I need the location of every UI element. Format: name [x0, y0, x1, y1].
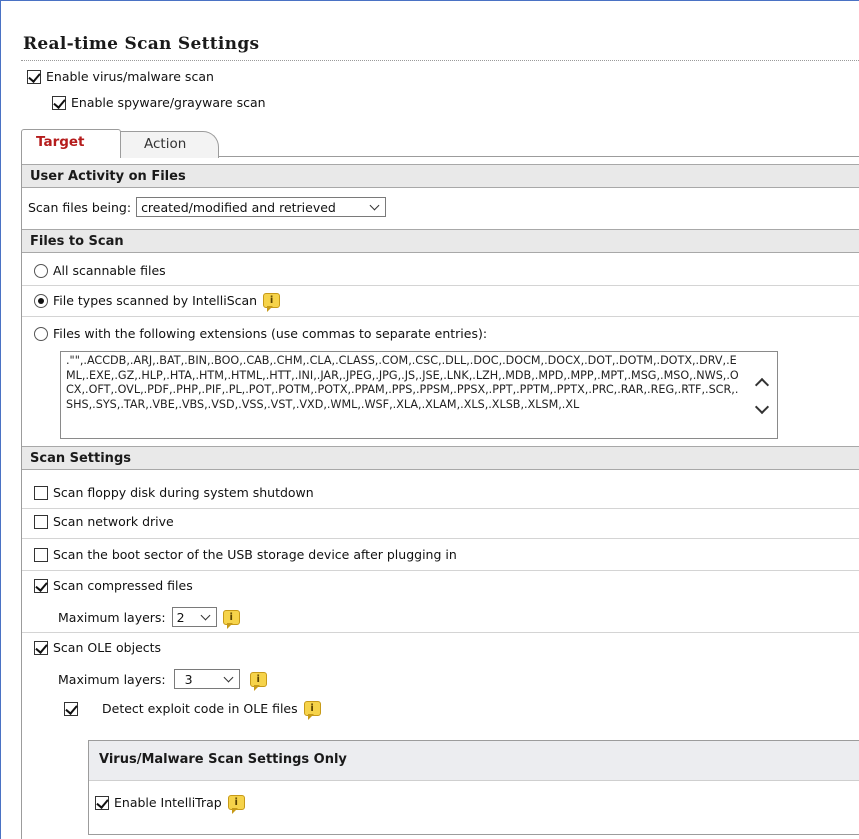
page-title: Real-time Scan Settings [23, 34, 260, 54]
all-files-radio[interactable] [34, 263, 48, 278]
all-files-row: All scannable files [34, 263, 166, 278]
tab-bar: Action Target [21, 128, 859, 158]
all-files-label: All scannable files [53, 263, 166, 278]
compressed-layers-select[interactable]: 2 [171, 607, 217, 627]
info-icon[interactable]: i [222, 609, 240, 629]
floppy-label: Scan floppy disk during system shutdown [53, 485, 314, 500]
virus-only-box: Virus/Malware Scan Settings Only Enable … [88, 740, 859, 835]
compressed-layers-row: Maximum layers: 2 i [58, 607, 240, 629]
extensions-label: Files with the following extensions (use… [53, 326, 488, 341]
ole-layers-select[interactable]: 3 [173, 669, 240, 689]
ole-checkbox[interactable] [34, 640, 48, 655]
extensions-radio[interactable] [34, 326, 48, 341]
ole-label: Scan OLE objects [53, 640, 162, 655]
chevron-down-icon [369, 200, 380, 210]
files-to-scan-header: Files to Scan [22, 229, 859, 253]
scan-files-being-select[interactable]: created/modified and retrieved [136, 197, 387, 217]
usb-boot-label: Scan the boot sector of the USB storage … [53, 547, 457, 562]
enable-virus-label: Enable virus/malware scan [46, 69, 214, 84]
divider [22, 508, 859, 509]
ole-layers-row: Maximum layers: 3 i [58, 669, 267, 691]
enable-spyware-label: Enable spyware/grayware scan [71, 95, 266, 110]
enable-virus-checkbox[interactable] [27, 69, 41, 84]
intellitrap-label: Enable IntelliTrap [114, 795, 222, 810]
info-icon[interactable]: i [227, 795, 245, 814]
intelliscan-row: File types scanned by IntelliScan i [34, 293, 281, 312]
floppy-checkbox[interactable] [34, 485, 48, 500]
extensions-textarea[interactable]: ."",.ACCDB,.ARJ,.BAT,.BIN,.BOO,.CAB,.CHM… [60, 351, 778, 439]
divider [22, 316, 859, 317]
network-row: Scan network drive [34, 514, 174, 529]
tab-target[interactable]: Target [21, 129, 121, 158]
compressed-layers-label: Maximum layers: [58, 609, 166, 625]
divider [22, 570, 859, 571]
network-checkbox[interactable] [34, 514, 48, 529]
extensions-text: ."",.ACCDB,.ARJ,.BAT,.BIN,.BOO,.CAB,.CHM… [66, 354, 739, 411]
intelliscan-label: File types scanned by IntelliScan [53, 293, 258, 308]
enable-virus-row: Enable virus/malware scan [27, 69, 214, 84]
extensions-row: Files with the following extensions (use… [34, 326, 487, 341]
enable-spyware-checkbox[interactable] [52, 95, 66, 110]
scan-files-being-value: created/modified and retrieved [141, 199, 336, 215]
usb-boot-checkbox[interactable] [34, 547, 48, 562]
compressed-layers-value: 2 [176, 609, 185, 625]
info-icon[interactable]: i [303, 701, 321, 720]
usb-boot-row: Scan the boot sector of the USB storage … [34, 547, 457, 562]
exploit-checkbox[interactable] [64, 701, 78, 716]
intellitrap-row: Enable IntelliTrap i [95, 795, 245, 814]
chevron-down-icon [200, 610, 211, 620]
compressed-label: Scan compressed files [53, 578, 193, 593]
ole-layers-label: Maximum layers: [58, 671, 166, 687]
scan-files-being-row: Scan files being: created/modified and r… [28, 197, 387, 217]
virus-only-header: Virus/Malware Scan Settings Only [89, 741, 859, 781]
ole-layers-value: 3 [184, 671, 193, 687]
divider [22, 538, 859, 539]
title-divider [21, 60, 859, 61]
tab-target-label: Target [36, 134, 85, 150]
divider [22, 632, 859, 633]
scroll-down-icon[interactable] [754, 399, 770, 415]
scan-files-being-label: Scan files being: [28, 199, 132, 215]
tab-action[interactable]: Action [117, 131, 219, 158]
exploit-row: Detect exploit code in OLE files i [64, 701, 321, 720]
exploit-label: Detect exploit code in OLE files [102, 701, 298, 716]
chevron-down-icon [223, 672, 234, 682]
settings-frame: Real-time Scan Settings Enable virus/mal… [0, 0, 859, 839]
network-label: Scan network drive [53, 514, 174, 529]
intellitrap-checkbox[interactable] [95, 795, 109, 810]
floppy-row: Scan floppy disk during system shutdown [34, 485, 314, 500]
info-icon[interactable]: i [263, 293, 281, 312]
scroll-up-icon[interactable] [754, 377, 770, 393]
scan-settings-header: Scan Settings [22, 446, 859, 470]
intelliscan-radio[interactable] [34, 293, 48, 308]
divider [22, 285, 859, 286]
tab-action-label: Action [144, 136, 187, 152]
enable-spyware-row: Enable spyware/grayware scan [52, 95, 266, 110]
info-icon[interactable]: i [249, 671, 267, 691]
compressed-row: Scan compressed files [34, 578, 193, 593]
ole-row: Scan OLE objects [34, 640, 161, 655]
compressed-checkbox[interactable] [34, 578, 48, 593]
target-panel: User Activity on Files Scan files being:… [21, 156, 859, 839]
user-activity-header: User Activity on Files [22, 164, 859, 188]
